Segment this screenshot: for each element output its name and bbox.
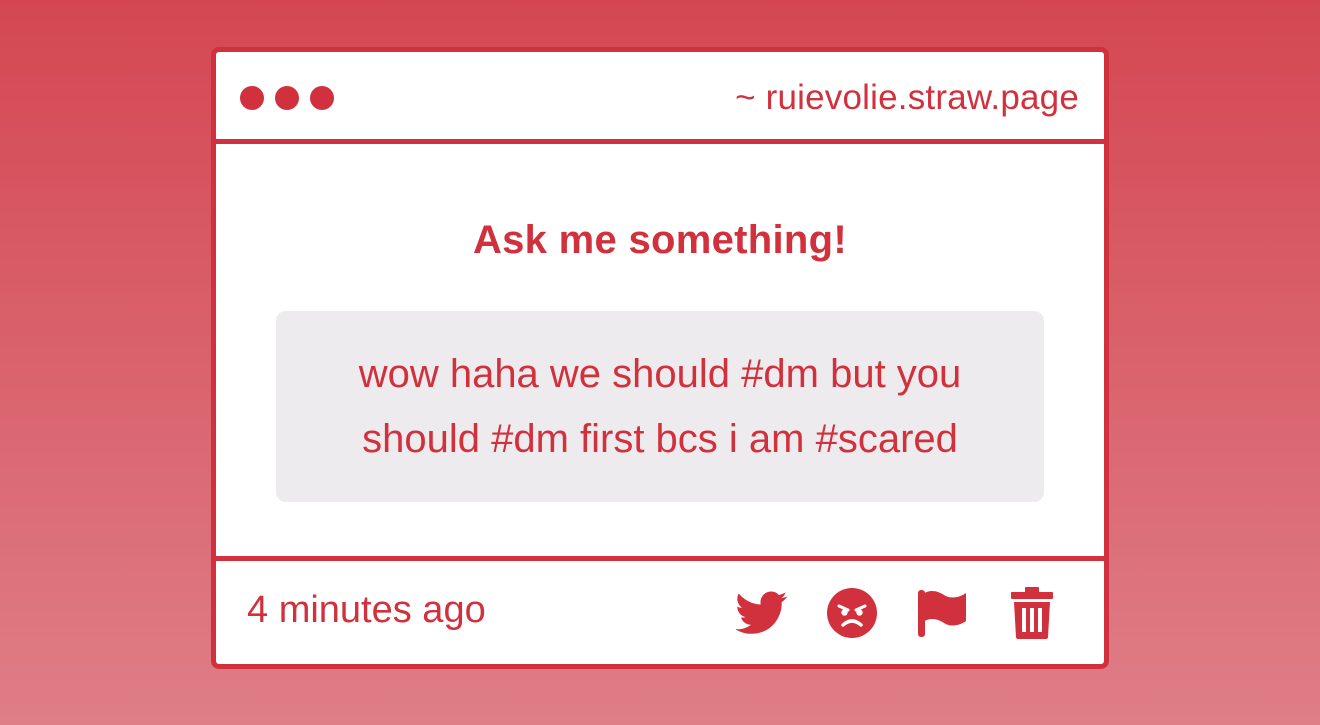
share-twitter-button[interactable]	[736, 587, 788, 639]
window-dot-2	[275, 86, 299, 110]
delete-button[interactable]	[1006, 587, 1058, 639]
flag-icon	[918, 590, 966, 637]
page-title: Ask me something!	[472, 218, 848, 262]
window-controls	[240, 86, 334, 110]
page-url: ~ ruievolie.straw.page	[735, 78, 1079, 117]
window-dot-1	[240, 86, 264, 110]
angry-face-icon	[827, 588, 877, 638]
trash-icon	[1011, 587, 1053, 639]
angry-reaction-button[interactable]	[826, 587, 878, 639]
twitter-bird-icon	[736, 591, 788, 634]
window-dot-3	[310, 86, 334, 110]
timestamp: 4 minutes ago	[247, 589, 486, 631]
report-button[interactable]	[916, 587, 968, 639]
message-bubble: wow haha we should #dm but you should #d…	[276, 311, 1044, 502]
action-bar	[736, 587, 1058, 639]
card-content: Ask me something! wow haha we should #dm…	[216, 144, 1104, 562]
question-card: ~ ruievolie.straw.page Ask me something!…	[211, 47, 1109, 669]
card-footer: 4 minutes ago	[216, 556, 1104, 664]
window-titlebar: ~ ruievolie.straw.page	[216, 52, 1104, 144]
